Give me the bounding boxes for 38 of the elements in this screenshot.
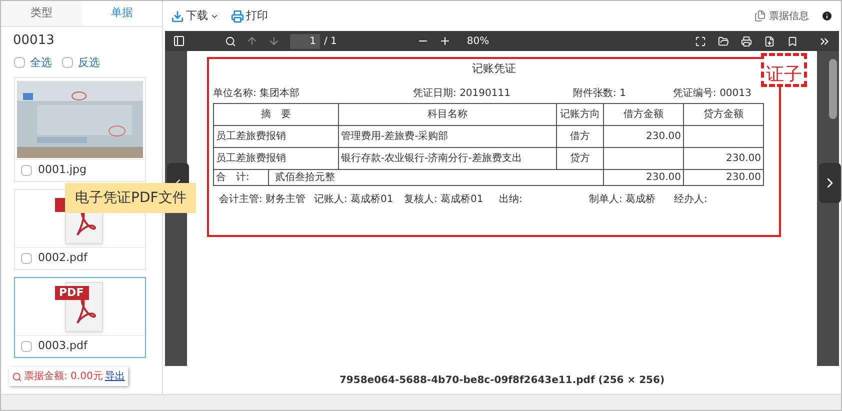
file-name: 0002.pdf <box>38 250 88 266</box>
callout-tooltip: 电子凭证PDF文件 <box>65 183 196 213</box>
table-cell: 管理费用-差旅费-采购部 <box>338 125 556 147</box>
signature-field: 出纳: <box>499 192 589 206</box>
table-cell: 230.00 <box>604 125 684 147</box>
table-cell: 230.00 <box>604 169 684 185</box>
page-count: / 1 <box>324 34 337 48</box>
stamp: 证子 <box>761 53 807 87</box>
voucher-number: 00013 <box>12 32 56 50</box>
table-cell: 230.00 <box>684 147 764 169</box>
column-header: 记账方向 <box>556 103 604 125</box>
column-header: 科目名称 <box>338 103 556 125</box>
total-amount: 票据金额: 0.00元 <box>24 370 103 384</box>
table-cell: 贷方 <box>556 147 604 169</box>
table-cell: 员工差旅费报销 <box>214 147 338 169</box>
voucher-field: 凭证日期: 20190111 <box>413 86 573 100</box>
table-cell: 230.00 <box>684 169 764 185</box>
table-cell: 员工差旅费报销 <box>214 125 338 147</box>
voucher-field: 凭证编号: 00013 <box>673 86 773 100</box>
table-cell-text: 贰佰叁拾元整 <box>274 170 336 184</box>
signature-field: 经办人: <box>674 192 734 206</box>
column-header: 摘 要 <box>214 103 338 125</box>
voucher-field: 附件张数: 1 <box>573 86 673 100</box>
signature-field: 复核人: 葛成桥01 <box>404 192 499 206</box>
signature-field: 制单人: 葛成桥 <box>589 192 674 206</box>
column-header: 借方金额 <box>604 103 684 125</box>
voucher-field: 单位名称: 集团本部 <box>213 86 413 100</box>
signature-field: 会计主管: 财务主管 <box>219 192 314 206</box>
file-name: 0001.jpg <box>38 162 87 178</box>
file-type-badge: PDF <box>55 286 89 300</box>
file-caption: 7958e064-5688-4b70-be8c-09f8f2643e11.pdf (256 × 256) <box>338 374 666 388</box>
column-header: 贷方金额 <box>684 103 764 125</box>
table-cell: 银行存款-农业银行-济南分行-差旅费支出 <box>338 147 556 169</box>
table-cell: 借方 <box>556 125 604 147</box>
signature-field: 记账人: 葛成桥01 <box>314 192 404 206</box>
document-title: 记账凭证 <box>471 61 517 77</box>
table-cell: 合 计: <box>214 170 269 184</box>
file-name: 0003.pdf <box>38 338 88 354</box>
